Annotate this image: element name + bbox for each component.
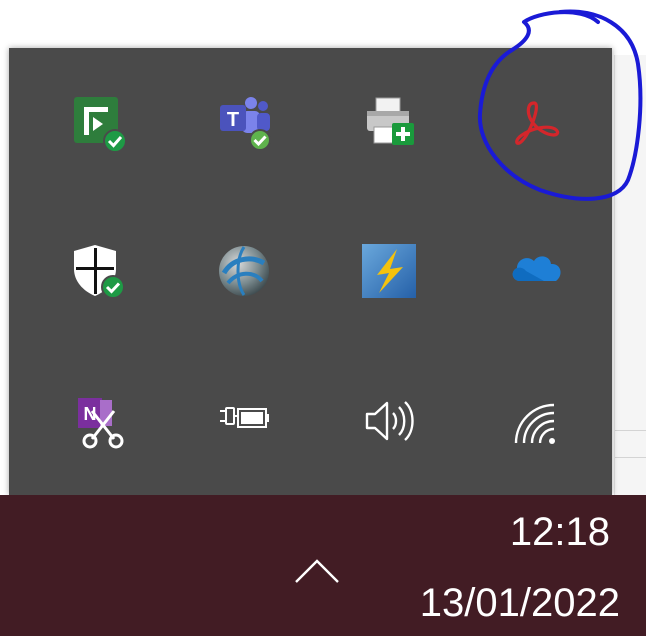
- adobe-acrobat-icon: [515, 101, 560, 145]
- lightning-app-icon: [362, 244, 416, 298]
- tray-icon-wifi[interactable]: [497, 382, 575, 460]
- background-window-edge: [614, 55, 646, 495]
- onenote-screen-clipper-icon: N: [78, 398, 124, 449]
- tray-icon-lightning-app[interactable]: [350, 232, 428, 310]
- printer-add-icon: [367, 97, 414, 145]
- background-window-line: [615, 457, 646, 458]
- background-window-line: [615, 430, 646, 431]
- tray-icon-adobe-acrobat[interactable]: [497, 84, 575, 162]
- tray-icon-network-globe[interactable]: [205, 232, 283, 310]
- battery-charging-icon: [220, 407, 269, 428]
- notification-area-overflow-panel: T N: [9, 48, 612, 495]
- network-globe-icon: [219, 246, 269, 296]
- tray-icon-volume[interactable]: [350, 382, 428, 460]
- volume-speaker-icon: [365, 401, 414, 441]
- microsoft-teams-icon: T: [220, 97, 271, 151]
- tray-icon-windows-security[interactable]: [59, 232, 137, 310]
- tray-icon-onenote-clipper[interactable]: N: [59, 382, 137, 460]
- windows-security-shield-icon: [74, 245, 125, 299]
- tray-icon-printer[interactable]: [350, 84, 428, 162]
- clock-date[interactable]: 13/01/2022: [330, 581, 620, 626]
- microsoft-planner-icon: [74, 97, 127, 153]
- clock-time[interactable]: 12:18: [380, 510, 610, 555]
- onedrive-cloud-icon: [512, 256, 561, 281]
- tray-icon-teams[interactable]: T: [205, 84, 283, 162]
- tray-icon-battery[interactable]: [205, 382, 283, 460]
- tray-icon-onedrive[interactable]: [497, 232, 575, 310]
- svg-text:T: T: [227, 109, 239, 131]
- tray-icon-planner[interactable]: [59, 84, 137, 162]
- wifi-signal-icon: [514, 403, 555, 444]
